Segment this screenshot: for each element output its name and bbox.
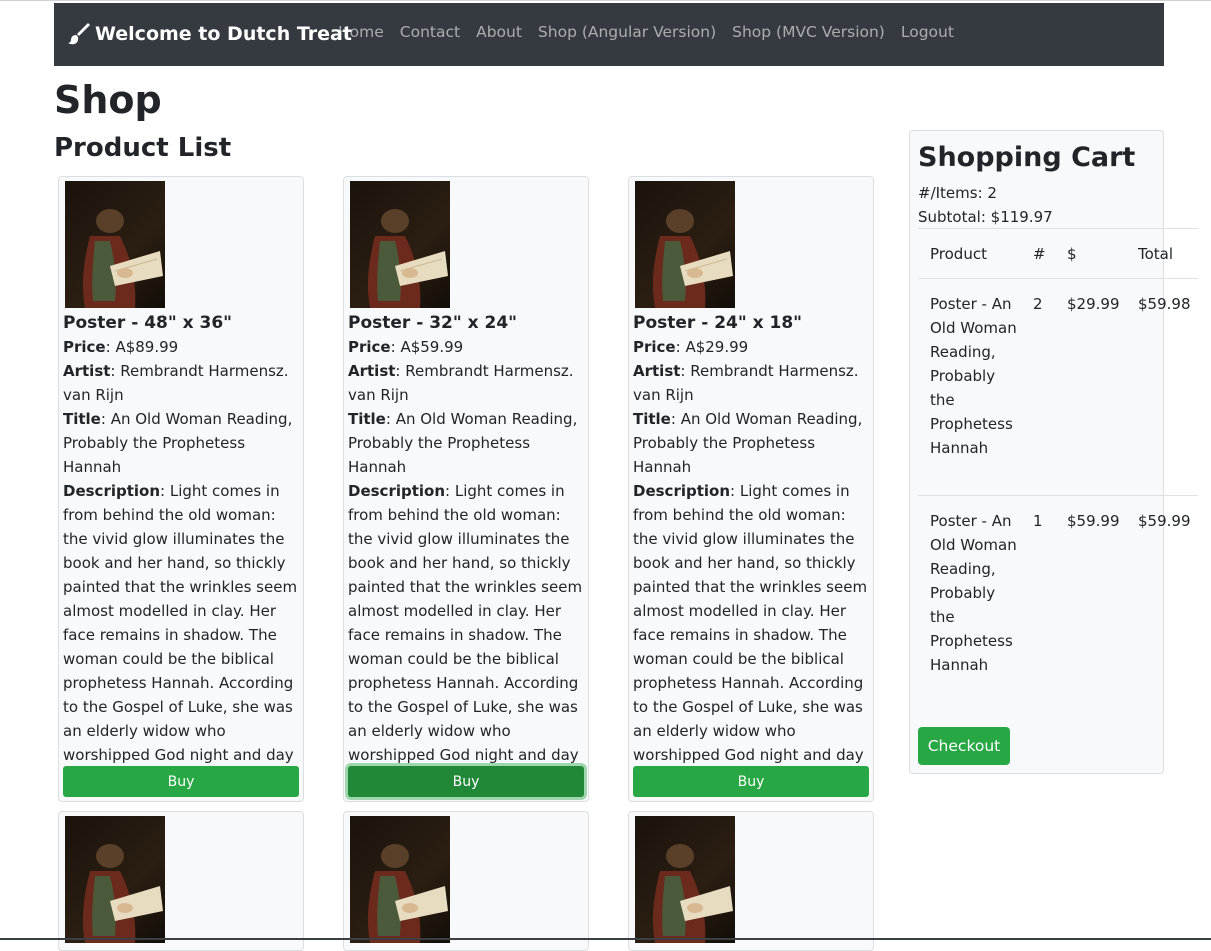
cart-table-header: Product # $ Total — [918, 228, 1198, 279]
description-value: Light comes in from behind the old woman… — [348, 482, 583, 788]
cart-title: Shopping Cart — [918, 142, 1136, 173]
artist-label: Artist — [63, 362, 111, 380]
product-card: Poster - 24" x 18" Price: A$29.99 Artist… — [628, 176, 874, 802]
navbar: Welcome to Dutch Treat Home Contact Abou… — [54, 3, 1164, 66]
product-title: Title: An Old Woman Reading, Probably th… — [63, 410, 293, 476]
cart-quantity: 1 — [1033, 512, 1043, 530]
cart-table: Product # $ Total Poster - An Old Woman … — [918, 228, 1198, 712]
artist-label: Artist — [348, 362, 396, 380]
cart-product: Poster - An Old Woman Reading, Probably … — [930, 295, 1017, 457]
cart-price: $29.99 — [1067, 295, 1120, 313]
price-label: Price — [633, 338, 676, 356]
description-label: Description — [633, 482, 731, 500]
buy-button[interactable]: Buy — [348, 766, 584, 797]
product-description: Description: Light comes in from behind … — [348, 479, 584, 791]
product-image — [350, 181, 450, 308]
product-artist: Artist: Rembrandt Harmensz. van Rijn — [633, 362, 859, 404]
page-title: Shop — [54, 78, 162, 122]
product-title: Title: An Old Woman Reading, Probably th… — [348, 410, 578, 476]
column-header-total: Total — [1138, 245, 1174, 263]
product-list-title: Product List — [54, 133, 232, 163]
product-name: Poster - 24" x 18" — [633, 313, 803, 333]
brand-link[interactable]: Welcome to Dutch Treat — [68, 19, 352, 49]
cart-product: Poster - An Old Woman Reading, Probably … — [930, 512, 1017, 674]
nav-shop-mvc[interactable]: Shop (MVC Version) — [732, 23, 885, 41]
product-description: Description: Light comes in from behind … — [633, 479, 869, 791]
title-label: Title — [348, 410, 386, 428]
artist-label: Artist — [633, 362, 681, 380]
price-label: Price — [63, 338, 106, 356]
product-title: Title: An Old Woman Reading, Probably th… — [633, 410, 863, 476]
nav-home[interactable]: Home — [338, 23, 384, 41]
cart-quantity: 2 — [1033, 295, 1043, 313]
title-label: Title — [63, 410, 101, 428]
table-row: Poster - An Old Woman Reading, Probably … — [918, 496, 1198, 712]
product-artist: Artist: Rembrandt Harmensz. van Rijn — [63, 362, 289, 404]
product-card: Poster - 48" x 36" Price: A$89.99 Artist… — [58, 176, 304, 802]
product-card — [628, 811, 874, 951]
brand-title: Welcome to Dutch Treat — [95, 23, 352, 45]
product-price: Price: A$89.99 — [63, 338, 179, 356]
description-value: Light comes in from behind the old woman… — [63, 482, 298, 788]
description-label: Description — [348, 482, 446, 500]
price-value: A$89.99 — [115, 338, 179, 356]
product-price: Price: A$59.99 — [348, 338, 464, 356]
product-image — [635, 816, 735, 943]
cart-line-total: $59.98 — [1138, 295, 1191, 313]
price-value: A$59.99 — [400, 338, 464, 356]
cart-subtotal: Subtotal: $119.97 — [918, 208, 1053, 226]
description-label: Description — [63, 482, 161, 500]
product-name: Poster - 48" x 36" — [63, 313, 233, 333]
cart-line-total: $59.99 — [1138, 512, 1191, 530]
top-border — [0, 0, 1211, 1]
checkout-button[interactable]: Checkout — [918, 727, 1010, 765]
product-artist: Artist: Rembrandt Harmensz. van Rijn — [348, 362, 574, 404]
product-name: Poster - 32" x 24" — [348, 313, 518, 333]
buy-button[interactable]: Buy — [63, 766, 299, 797]
cart-item-count: #/Items: 2 — [918, 184, 997, 202]
paint-brush-icon — [68, 22, 90, 46]
product-image — [65, 816, 165, 943]
product-card — [58, 811, 304, 951]
product-image — [635, 181, 735, 308]
nav-shop-angular[interactable]: Shop (Angular Version) — [538, 23, 716, 41]
product-card — [343, 811, 589, 951]
nav-logout[interactable]: Logout — [901, 23, 954, 41]
description-value: Light comes in from behind the old woman… — [633, 482, 868, 788]
table-row: Poster - An Old Woman Reading, Probably … — [918, 279, 1198, 496]
product-image — [350, 816, 450, 943]
shopping-cart: Shopping Cart #/Items: 2 Subtotal: $119.… — [909, 130, 1198, 774]
nav-links: Home Contact About Shop (Angular Version… — [338, 23, 970, 41]
column-header-product: Product — [930, 245, 987, 263]
title-label: Title — [633, 410, 671, 428]
product-description: Description: Light comes in from behind … — [63, 479, 299, 791]
column-header-price: $ — [1067, 245, 1077, 263]
column-header-quantity: # — [1033, 245, 1046, 263]
product-price: Price: A$29.99 — [633, 338, 749, 356]
product-card: Poster - 32" x 24" Price: A$59.99 Artist… — [343, 176, 589, 802]
price-value: A$29.99 — [685, 338, 749, 356]
cart-price: $59.99 — [1067, 512, 1120, 530]
nav-contact[interactable]: Contact — [400, 23, 460, 41]
buy-button[interactable]: Buy — [633, 766, 869, 797]
product-image — [65, 181, 165, 308]
nav-about[interactable]: About — [476, 23, 522, 41]
price-label: Price — [348, 338, 391, 356]
